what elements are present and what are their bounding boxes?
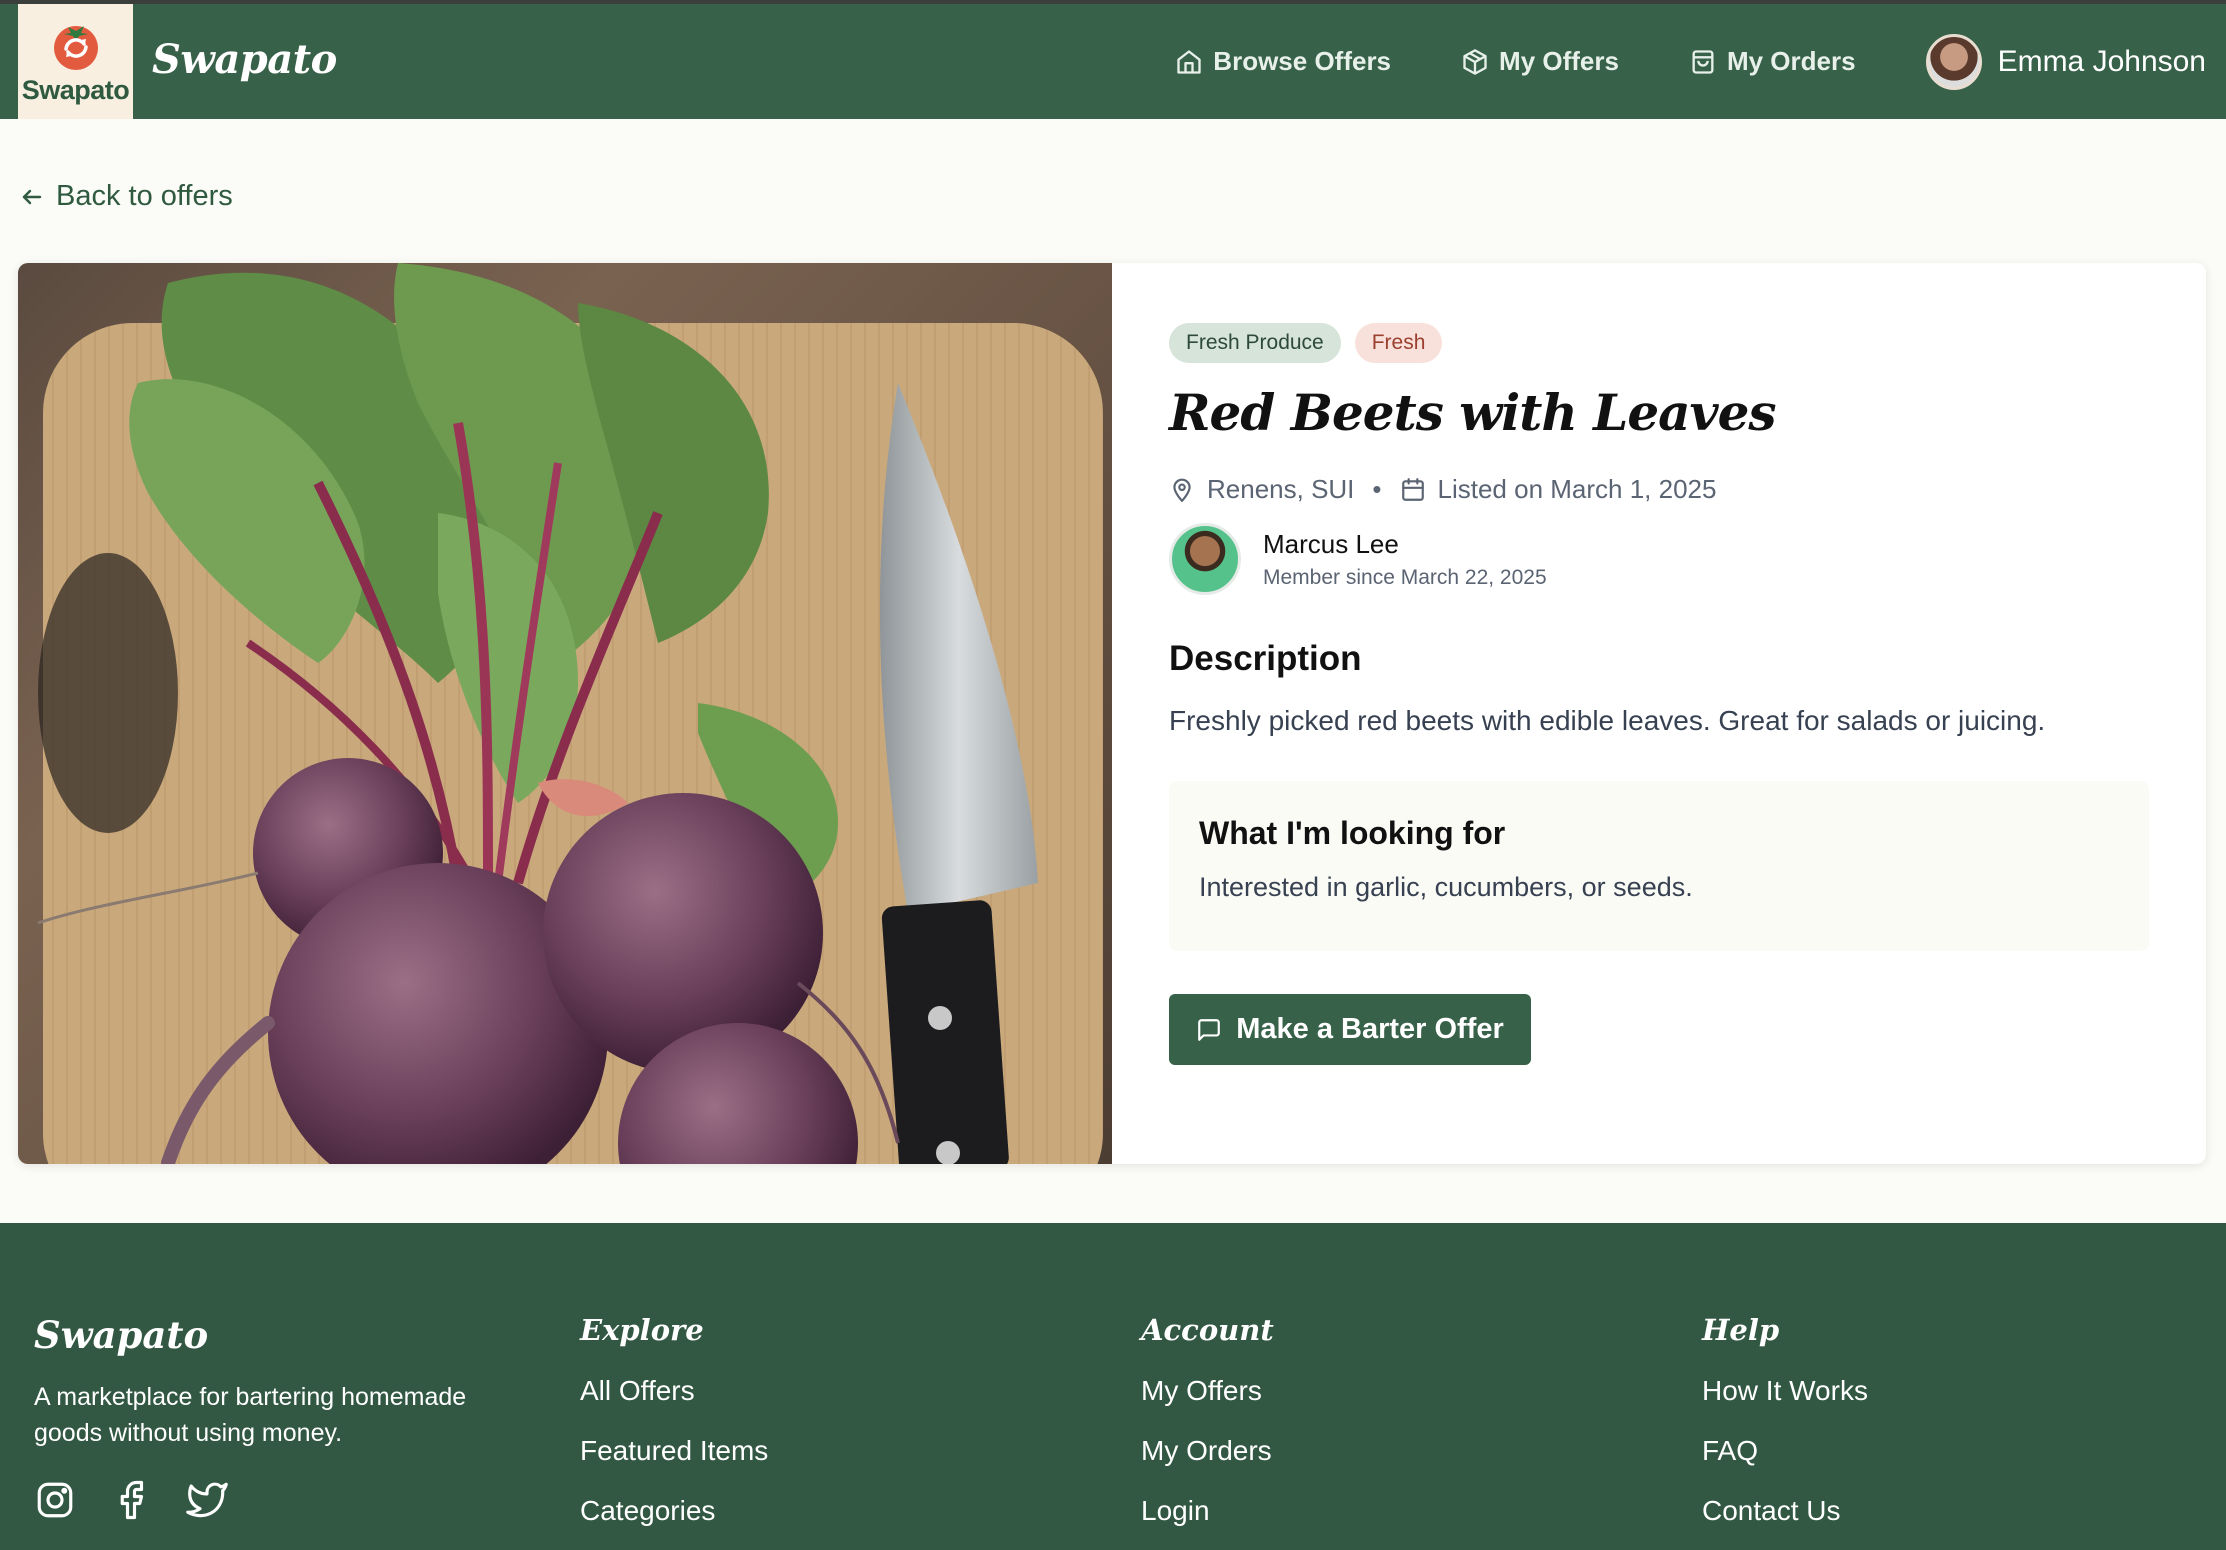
calendar-icon bbox=[1401, 477, 1424, 501]
site-footer: Swapato A marketplace for bartering home… bbox=[0, 1223, 2226, 1550]
tomato-logo-icon bbox=[53, 26, 98, 70]
footer-account-column: Account My Offers My Orders Login bbox=[1141, 1313, 1274, 1527]
footer-link-my-offers[interactable]: My Offers bbox=[1141, 1375, 1274, 1407]
footer-tagline: A marketplace for bartering homemade goo… bbox=[34, 1383, 467, 1447]
footer-brand-column: Swapato A marketplace for bartering home… bbox=[34, 1313, 514, 1521]
twitter-icon[interactable] bbox=[186, 1479, 228, 1521]
nav-my-offers-label: My Offers bbox=[1499, 46, 1619, 76]
footer-help-column: Help How It Works FAQ Contact Us bbox=[1702, 1313, 1868, 1527]
meta-separator: • bbox=[1372, 474, 1382, 504]
looking-for-heading: What I'm looking for bbox=[1199, 815, 1506, 851]
listing-photo bbox=[18, 263, 1112, 1164]
seller-avatar[interactable] bbox=[1169, 523, 1241, 595]
logo-wordmark: Swapato bbox=[21, 75, 130, 105]
listing-title: Red Beets with Leaves bbox=[1169, 383, 1777, 442]
home-icon bbox=[1177, 49, 1201, 74]
back-link-label: Back to offers bbox=[56, 180, 233, 212]
looking-for-panel: What I'm looking for Interested in garli… bbox=[1169, 781, 2149, 951]
top-navigation-bar: Swapato Swapato Browse Offers My Offers … bbox=[0, 0, 2226, 119]
footer-link-how-it-works[interactable]: How It Works bbox=[1702, 1375, 1868, 1407]
footer-account-heading: Account bbox=[1141, 1313, 1274, 1347]
listing-location: Renens, SUI bbox=[1207, 474, 1355, 504]
footer-link-featured-items[interactable]: Featured Items bbox=[580, 1435, 768, 1467]
main-nav: Browse Offers My Offers My Orders Emma J… bbox=[1175, 4, 2206, 119]
footer-help-heading: Help bbox=[1702, 1313, 1780, 1347]
listing-date: Listed on March 1, 2025 bbox=[1437, 474, 1717, 504]
description-text: Freshly picked red beets with edible lea… bbox=[1169, 705, 2046, 736]
footer-link-all-offers[interactable]: All Offers bbox=[580, 1375, 768, 1407]
make-barter-offer-label: Make a Barter Offer bbox=[1236, 1013, 1504, 1045]
user-avatar[interactable] bbox=[1925, 33, 1982, 90]
nav-browse-offers-label: Browse Offers bbox=[1213, 46, 1392, 76]
make-barter-offer-button[interactable]: Make a Barter Offer bbox=[1169, 994, 1531, 1065]
footer-link-login[interactable]: Login bbox=[1141, 1495, 1274, 1527]
tag-condition[interactable]: Fresh bbox=[1354, 323, 1443, 363]
brand-title[interactable]: Swapato bbox=[152, 36, 337, 83]
nav-my-orders[interactable]: My Orders bbox=[1689, 46, 1856, 77]
listing-tags: Fresh Produce Fresh bbox=[1169, 323, 2149, 363]
footer-link-faq[interactable]: FAQ bbox=[1702, 1435, 1868, 1467]
package-icon bbox=[1463, 48, 1487, 75]
footer-explore-column: Explore All Offers Featured Items Catego… bbox=[580, 1313, 768, 1527]
nav-my-orders-label: My Orders bbox=[1726, 46, 1856, 76]
user-name: Emma Johnson bbox=[1997, 44, 2206, 78]
footer-link-my-orders[interactable]: My Orders bbox=[1141, 1435, 1274, 1467]
seller-name[interactable]: Marcus Lee bbox=[1263, 529, 1547, 560]
tag-category[interactable]: Fresh Produce bbox=[1169, 323, 1341, 363]
back-to-offers-link[interactable]: Back to offers bbox=[20, 180, 233, 213]
listing-details: Fresh Produce Fresh Red Beets with Leave… bbox=[1169, 323, 2149, 1065]
nav-my-offers[interactable]: My Offers bbox=[1461, 46, 1619, 77]
seller-member-since: Member since March 22, 2025 bbox=[1263, 565, 1547, 589]
social-links bbox=[34, 1479, 514, 1521]
looking-for-text: Interested in garlic, cucumbers, or seed… bbox=[1199, 872, 1693, 902]
facebook-icon[interactable] bbox=[110, 1479, 152, 1521]
arrow-left-icon bbox=[22, 189, 42, 204]
message-square-icon bbox=[1198, 1018, 1221, 1041]
user-menu[interactable]: Emma Johnson bbox=[1925, 33, 2206, 90]
description-heading: Description bbox=[1169, 639, 1362, 678]
instagram-icon[interactable] bbox=[34, 1479, 76, 1521]
map-pin-icon bbox=[1173, 478, 1191, 502]
site-logo[interactable]: Swapato bbox=[18, 4, 133, 119]
shopping-bag-icon bbox=[1692, 49, 1714, 74]
listing-card: Fresh Produce Fresh Red Beets with Leave… bbox=[18, 263, 2206, 1164]
seller-info[interactable]: Marcus Lee Member since March 22, 2025 bbox=[1169, 523, 2149, 595]
footer-link-contact-us[interactable]: Contact Us bbox=[1702, 1495, 1868, 1527]
nav-browse-offers[interactable]: Browse Offers bbox=[1175, 46, 1391, 77]
footer-link-categories[interactable]: Categories bbox=[580, 1495, 768, 1527]
footer-brand: Swapato bbox=[34, 1313, 209, 1357]
footer-explore-heading: Explore bbox=[580, 1313, 704, 1347]
beets-photo-illustration bbox=[37, 263, 1103, 1164]
listing-meta: Renens, SUI • Listed on March 1, 2025 bbox=[1169, 474, 2149, 505]
